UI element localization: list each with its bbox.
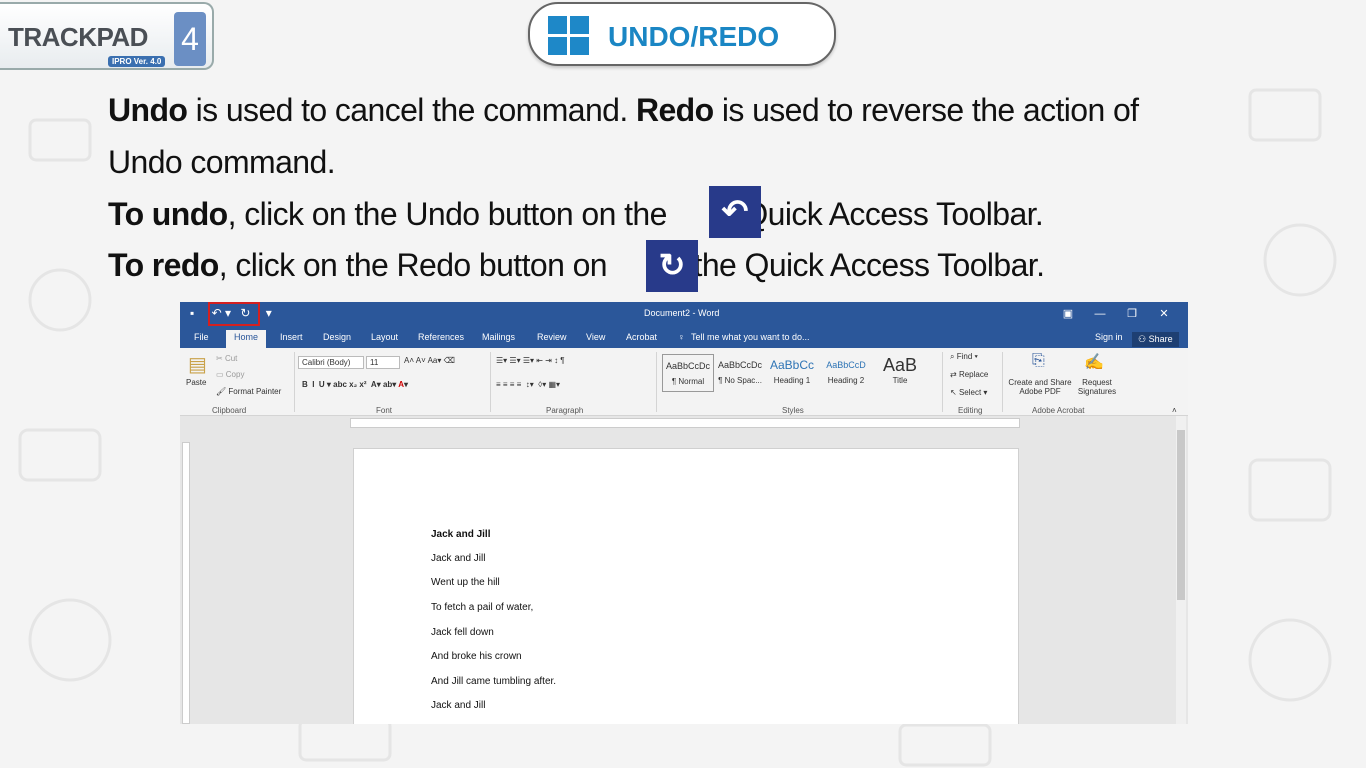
undo-redo-highlight <box>208 302 260 326</box>
document-title: Document2 - Word <box>644 308 720 318</box>
tab-view[interactable]: View <box>586 332 605 342</box>
create-pdf-button[interactable]: Create and Share Adobe PDF <box>1006 378 1074 396</box>
tab-insert[interactable]: Insert <box>280 332 303 342</box>
copy-button[interactable]: ▭ Copy <box>216 370 244 379</box>
acrobat-group-label: Adobe Acrobat <box>1032 406 1085 415</box>
find-button[interactable]: ⌕ Find ▾ <box>950 352 978 362</box>
brush-icon: 🖌 <box>216 387 229 396</box>
horizontal-ruler <box>350 418 1020 428</box>
vertical-scrollbar[interactable] <box>1176 416 1186 724</box>
style-title[interactable]: AaB Title <box>874 354 926 392</box>
paragraph-group-label: Paragraph <box>546 406 584 415</box>
customize-qat-icon[interactable]: ▾ <box>266 306 272 320</box>
alignment-buttons[interactable]: ≡ ≡ ≡ ≡ ↕▾ ◊▾ ▦▾ <box>496 380 560 389</box>
editing-group-label: Editing <box>958 406 983 415</box>
document-line: Jack and Jill <box>431 529 491 540</box>
document-line: Went up the hill <box>431 577 500 588</box>
redo-icon: ↻ <box>646 240 698 292</box>
text-line-4: To redo, click on the Redo button on the… <box>108 247 1045 283</box>
share-button[interactable]: ⚇ Share <box>1132 332 1179 347</box>
tab-file[interactable]: File <box>194 332 209 342</box>
document-line: To fetch a pail of water, <box>431 602 534 613</box>
logo-version: IPRO Ver. 4.0 <box>108 56 166 67</box>
ribbon-tabs: File Home Insert Design Layout Reference… <box>180 326 1188 348</box>
vertical-ruler <box>182 442 190 724</box>
style-heading-1[interactable]: AaBbCc Heading 1 <box>766 354 818 392</box>
document-line: And broke his crown <box>431 651 522 662</box>
text-line-2: Undo command. <box>108 144 336 180</box>
tab-review[interactable]: Review <box>537 332 567 342</box>
request-signatures-button[interactable]: Request Signatures <box>1076 378 1118 396</box>
replace-button[interactable]: ⇄ Replace <box>950 370 988 379</box>
clipboard-icon: ▤ <box>188 354 207 376</box>
tab-home[interactable]: Home <box>226 330 267 348</box>
trackpad-logo: TRACKPAD IPRO Ver. 4.0 4 <box>0 2 214 70</box>
document-line: Jack and Jill <box>431 553 486 564</box>
person-icon: ⚇ <box>1138 334 1149 344</box>
logo-text: TRACKPAD <box>8 22 148 52</box>
select-button[interactable]: ↖ Select ▾ <box>950 388 987 397</box>
format-painter-button[interactable]: 🖌 Format Painter <box>216 387 281 396</box>
copy-icon: ▭ <box>216 370 226 379</box>
styles-group-label: Styles <box>782 406 804 415</box>
save-icon[interactable]: ▪ <box>190 306 194 320</box>
logo-number: 4 <box>174 12 206 66</box>
word-titlebar: ▪ ↶ ▾ ↻ ▾ Document2 - Word ▣ — ❐ ✕ <box>180 302 1188 326</box>
font-group-label: Font <box>376 406 393 415</box>
undo-icon: ↶ <box>709 186 761 238</box>
tab-design[interactable]: Design <box>323 332 351 342</box>
scissors-icon: ✂ <box>216 354 225 363</box>
request-signatures-icon: ✍ <box>1084 354 1104 371</box>
close-icon[interactable]: ✕ <box>1148 307 1180 320</box>
find-icon: ⌕ <box>950 352 957 361</box>
clipboard-group-label: Clipboard <box>212 406 247 415</box>
font-name-select[interactable]: Calibri (Body) <box>298 356 364 369</box>
document-line: Jack and Jill <box>431 700 486 711</box>
window-controls: ▣ — ❐ ✕ <box>1052 307 1180 320</box>
windows-icon <box>548 16 590 56</box>
word-window: ▪ ↶ ▾ ↻ ▾ Document2 - Word ▣ — ❐ ✕ File Hom… <box>180 302 1188 724</box>
tab-layout[interactable]: Layout <box>371 332 398 342</box>
document-page[interactable]: Jack and Jill Jack and Jill Went up the … <box>353 448 1019 724</box>
page-title: UNDO/REDO <box>608 21 780 52</box>
tab-references[interactable]: References <box>418 332 464 342</box>
document-line: And Jill came tumbling after. <box>431 676 557 687</box>
scroll-thumb[interactable] <box>1177 430 1185 600</box>
style-normal[interactable]: AaBbCcDc ¶ Normal <box>662 354 714 392</box>
collapse-ribbon-icon[interactable]: ˄ <box>1172 406 1177 415</box>
lightbulb-icon: ♀ <box>678 332 685 342</box>
text-line-3: To undo, click on the Undo button on the… <box>108 196 1044 232</box>
cut-button[interactable]: ✂ Cut <box>216 354 237 363</box>
replace-icon: ⇄ <box>950 370 959 379</box>
text-line-1: Undo is used to cancel the command. Redo… <box>108 92 1139 128</box>
paste-button[interactable]: Paste <box>186 378 206 387</box>
font-size-buttons[interactable]: A˄ A˅ Aa▾ ⌫ <box>404 356 455 365</box>
page-title-pill: UNDO/REDO <box>528 2 836 66</box>
minimize-icon[interactable]: — <box>1084 308 1116 320</box>
ribbon-home: ▤ Paste ✂ Cut ▭ Copy 🖌 Format Painter Cl… <box>180 348 1188 416</box>
tab-mailings[interactable]: Mailings <box>482 332 515 342</box>
tab-acrobat[interactable]: Acrobat <box>626 332 657 342</box>
tell-me-box[interactable]: Tell me what you want to do... <box>691 332 810 342</box>
style-no-spacing[interactable]: AaBbCcDc ¶ No Spac... <box>714 354 766 392</box>
sign-in-link[interactable]: Sign in <box>1095 332 1123 342</box>
ribbon-options-icon[interactable]: ▣ <box>1052 307 1084 320</box>
font-size-select[interactable]: 11 <box>366 356 400 369</box>
cursor-icon: ↖ <box>950 388 959 397</box>
document-line: Jack fell down <box>431 627 494 638</box>
restore-icon[interactable]: ❐ <box>1116 307 1148 320</box>
style-heading-2[interactable]: AaBbCcD Heading 2 <box>820 354 872 392</box>
font-format-buttons[interactable]: B I U ▾ abc x₂ x² A▾ ab▾ A▾ <box>302 380 408 389</box>
create-pdf-icon: ⎘ <box>1032 352 1045 369</box>
list-buttons[interactable]: ☰▾ ☰▾ ☰▾ ⇤ ⇥ ↕ ¶ <box>496 356 565 365</box>
